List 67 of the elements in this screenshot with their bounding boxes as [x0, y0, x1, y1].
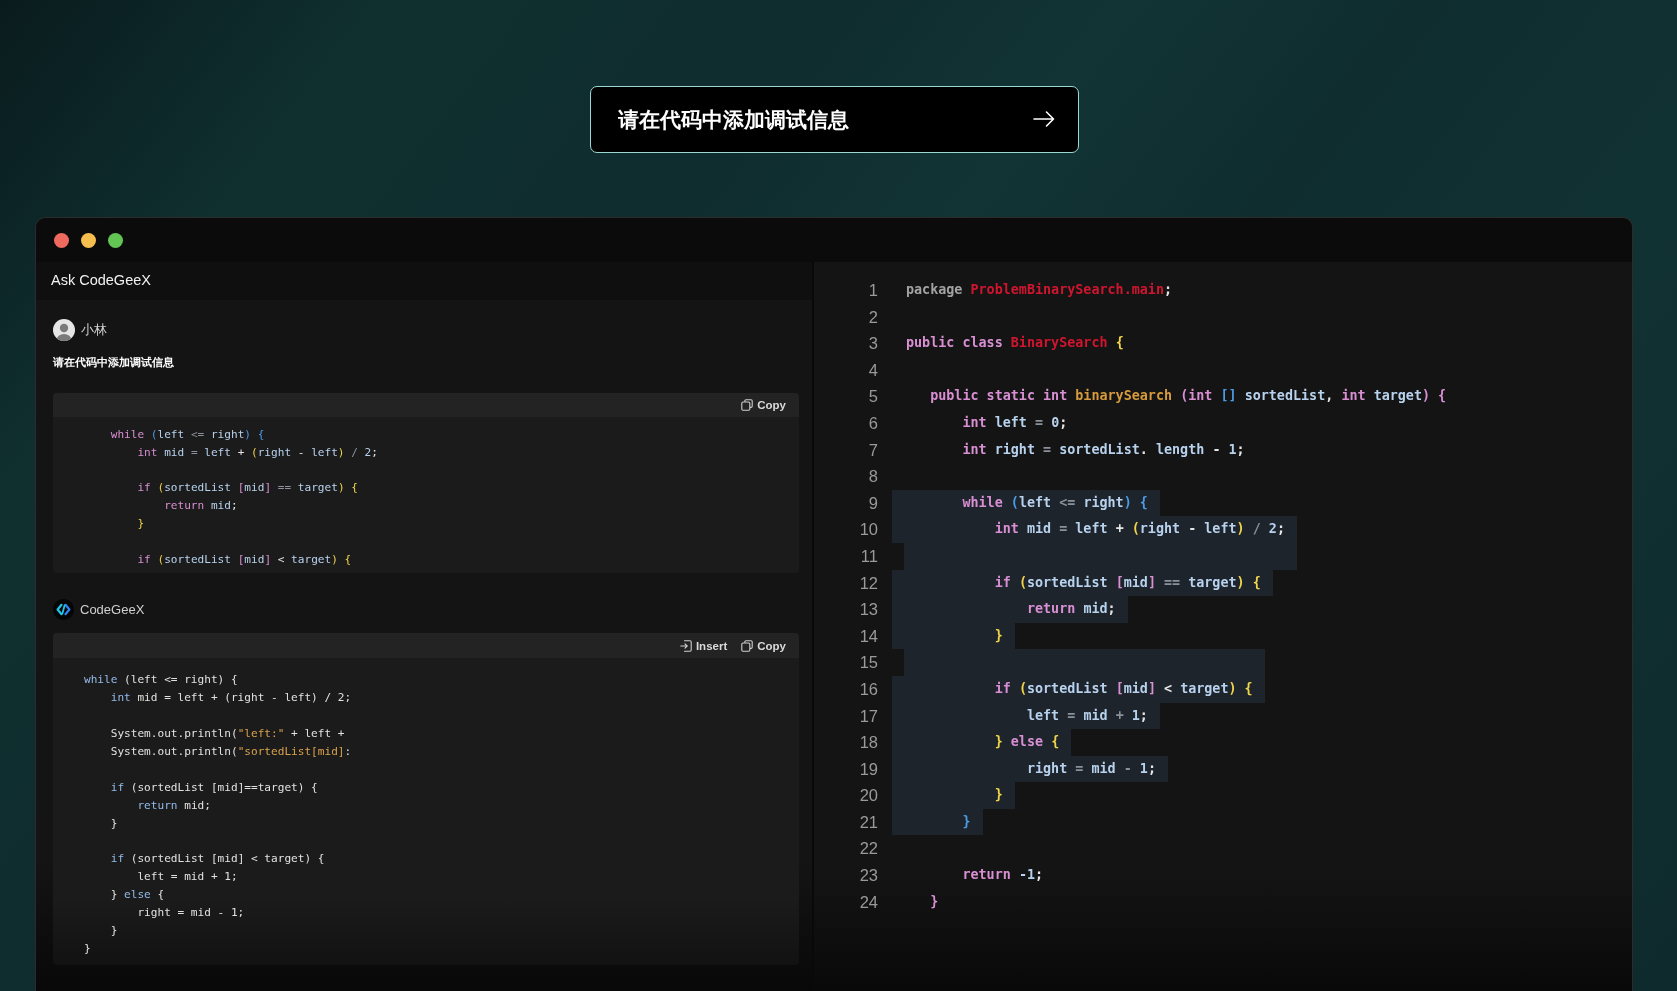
copy-button[interactable]: Copy — [741, 638, 786, 653]
line-number: 20 — [859, 786, 878, 805]
code-line: } — [930, 893, 939, 909]
prompt-field[interactable]: 请在代码中添加调试信息 — [589, 86, 1079, 153]
line-number: 22 — [859, 839, 878, 858]
line-number: 2 — [868, 307, 878, 326]
window-maximize-icon[interactable] — [108, 232, 123, 248]
window-minimize-icon[interactable] — [81, 232, 96, 248]
line-number: 4 — [868, 360, 878, 379]
code-line: return mid; — [164, 499, 238, 513]
code-line: } else { — [110, 888, 165, 902]
code-line: System.out.println("sortedList[mid]: — [110, 744, 352, 758]
code-line: int right = sortedList. length - 1; — [962, 441, 1245, 457]
copy-icon — [741, 399, 754, 411]
line-number: 9 — [868, 493, 878, 512]
copy-button[interactable]: Copy — [741, 398, 786, 412]
avatar-icon — [53, 319, 75, 341]
line-number: 3 — [868, 334, 878, 353]
code-line: public class BinarySearch { — [906, 335, 1124, 351]
code-line: } — [110, 816, 118, 830]
code-line: } — [137, 517, 145, 530]
line-number: 16 — [859, 679, 878, 698]
message-text: 请在代码中添加调试信息 — [53, 355, 174, 370]
line-number: 5 — [868, 387, 878, 406]
code-line: package ProblemBinarySearch.main; — [906, 282, 1173, 297]
line-number: 11 — [860, 546, 878, 565]
author-name: 小林 — [81, 321, 107, 340]
line-number: 8 — [868, 467, 878, 486]
code-line: return mid; — [137, 798, 211, 812]
arrow-right-icon[interactable] — [1032, 110, 1055, 128]
line-number: 14 — [859, 626, 878, 645]
code-line: if (sortedList [mid]==target) { — [110, 780, 318, 794]
insert-button[interactable]: Insert — [679, 638, 728, 653]
line-number: 24 — [859, 892, 878, 911]
code-line: right = mid - 1; — [137, 905, 245, 919]
line-number: 10 — [859, 520, 878, 539]
line-number: 18 — [859, 733, 878, 752]
code-line: } — [84, 941, 91, 955]
line-number: 23 — [859, 866, 878, 885]
code-line: public static int binarySearch (int [] sortedList, int target) { — [930, 388, 1447, 404]
line-number: 12 — [859, 573, 878, 592]
code-line: int mid = left + (right - left) / 2; — [110, 691, 352, 705]
insert-icon — [679, 639, 692, 652]
code-line: if (sortedList [mid] < target) { — [110, 852, 325, 866]
copy-icon — [741, 639, 754, 652]
code-line: if (sortedList [mid] == target) { — [137, 481, 358, 495]
panel-title: Ask CodeGeeX — [51, 271, 151, 291]
line-number: 6 — [868, 413, 878, 432]
line-number: 19 — [859, 759, 878, 778]
window-close-icon[interactable] — [54, 232, 69, 248]
code-line: System.out.println("left:" + left + — [110, 727, 345, 741]
line-number: 7 — [868, 440, 878, 459]
author-name: CodeGeeX — [80, 600, 145, 619]
line-number: 21 — [859, 812, 878, 831]
line-number: 15 — [859, 653, 878, 672]
line-number: 1 — [868, 281, 878, 299]
code-line: } — [110, 923, 118, 937]
code-brackets-icon — [53, 598, 74, 620]
code-line: return -1; — [962, 867, 1044, 883]
line-number: 13 — [859, 600, 878, 619]
code-line: if (sortedList [mid] < target) { — [137, 552, 352, 566]
code-line: int mid = left + (right - left) / 2; — [137, 445, 378, 459]
code-line: while (left <= right) { — [110, 428, 265, 441]
line-number: 17 — [859, 706, 878, 725]
code-line: while (left <= right) { — [84, 673, 238, 687]
code-line: left = mid + 1; — [137, 870, 238, 884]
code-line: int left = 0; — [962, 414, 1068, 430]
